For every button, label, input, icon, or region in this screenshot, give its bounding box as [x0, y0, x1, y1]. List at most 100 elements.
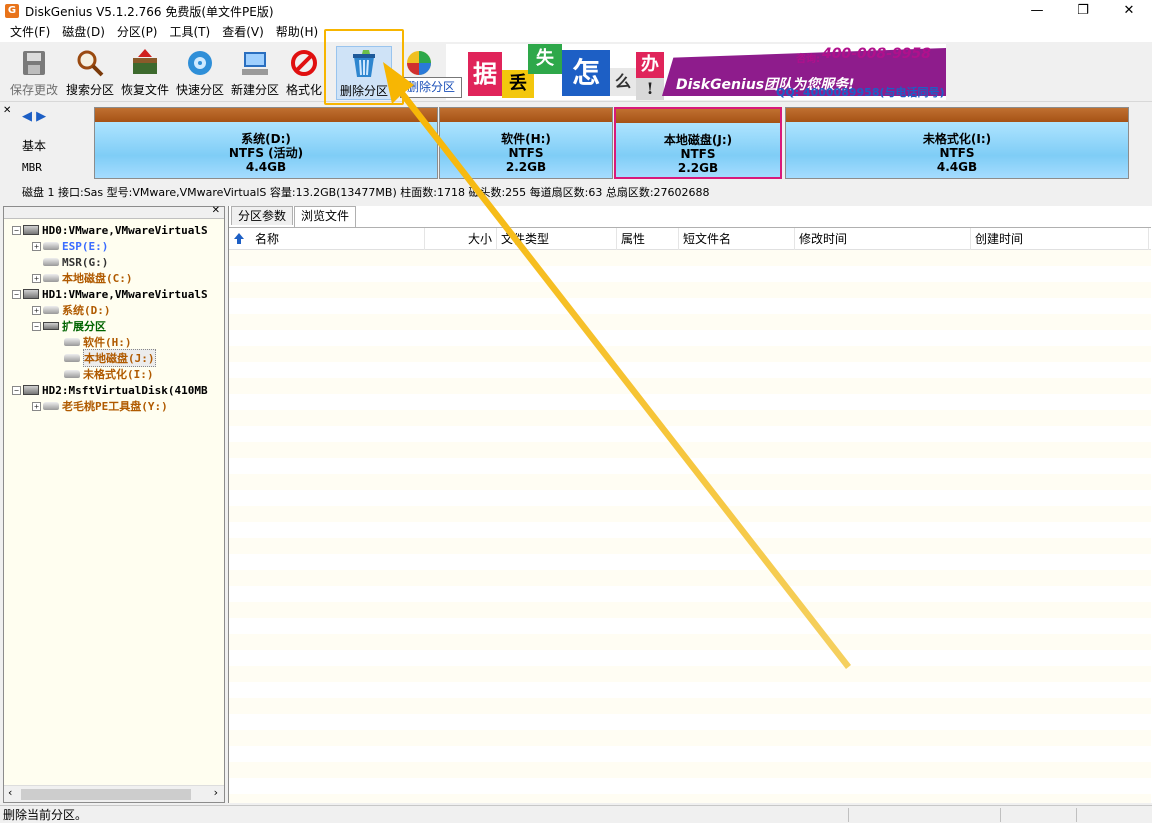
window-title: DiskGenius V5.1.2.766 免费版(单文件PE版) [25, 4, 274, 19]
scroll-left-icon[interactable]: ‹ [8, 786, 12, 799]
new-partition-button[interactable]: 新建分区 [227, 46, 283, 100]
hard-disk-icon [23, 385, 39, 395]
banner-tile: ! [636, 78, 664, 100]
title-bar: G DiskGenius V5.1.2.766 免费版(单文件PE版) — ❐ … [0, 0, 1152, 22]
status-text: 删除当前分区。 [3, 808, 88, 822]
menu-disk[interactable]: 磁盘(D) [56, 22, 111, 42]
app-logo-icon: G [5, 4, 19, 18]
disk-type-label: 基本 [22, 139, 47, 153]
column-size[interactable]: 大小 [425, 228, 497, 250]
scroll-right-icon[interactable]: › [214, 786, 218, 799]
tab-browse-files[interactable]: 浏览文件 [294, 206, 357, 227]
collapse-icon[interactable]: − [12, 289, 21, 299]
content-panel: 分区参数 浏览文件 名称 大小 文件类型 属性 短文件名 修改时间 创建时间 [228, 206, 1152, 803]
new-partition-computer-icon [240, 48, 270, 78]
menu-partition[interactable]: 分区(P) [111, 22, 164, 42]
menu-help[interactable]: 帮助(H) [270, 22, 324, 42]
column-attributes[interactable]: 属性 [617, 228, 679, 250]
ad-banner[interactable]: 据 丢 失 怎 么 办 ! DiskGenius团队为您服务! 咨询: 400-… [446, 44, 946, 100]
column-name[interactable]: 名称 [251, 228, 425, 250]
partition-size: 4.4GB [245, 160, 287, 174]
tree-horizontal-scrollbar[interactable]: ‹ › [4, 785, 224, 802]
partition-icon [43, 274, 59, 282]
partition-fs: NTFS [939, 146, 975, 160]
file-list-rows[interactable] [229, 250, 1151, 803]
tab-partition-params[interactable]: 分区参数 [231, 206, 294, 225]
hard-disk-icon [23, 289, 39, 299]
expand-icon[interactable]: + [32, 401, 41, 411]
banner-tile: 怎 [562, 50, 610, 96]
partition-icon [43, 306, 59, 314]
partition-fs: NTFS [508, 146, 544, 160]
tooltip: 删除分区 [400, 77, 463, 98]
search-partition-button[interactable]: 搜索分区 [62, 46, 118, 100]
banner-phone: 400-008-9958 [822, 46, 932, 62]
partition-block-d[interactable]: 系统(D:) NTFS (活动) 4.4GB [94, 107, 438, 179]
annotation-highlight-box [324, 29, 404, 105]
tree-item-disk[interactable]: − HD0:VMware,VMwareVirtualS [12, 222, 208, 238]
partition-name: 未格式化(I:) [922, 132, 992, 146]
tree-item-disk[interactable]: − HD2:MsftVirtualDisk(410MB [12, 382, 208, 398]
file-list: 名称 大小 文件类型 属性 短文件名 修改时间 创建时间 [229, 227, 1151, 803]
partition-icon [64, 370, 80, 378]
column-created-time[interactable]: 创建时间 [971, 228, 1149, 250]
recover-files-button[interactable]: 恢复文件 [117, 46, 173, 100]
partition-name: 本地磁盘(J:) [663, 133, 733, 147]
partition-size: 2.2GB [677, 161, 719, 175]
up-folder-icon[interactable] [233, 232, 245, 246]
tree-item-partition[interactable]: + 本地磁盘(C:) [32, 270, 133, 286]
banner-tile: 丢 [502, 70, 534, 98]
banner-tile: 么 [610, 68, 636, 96]
minimize-button[interactable]: — [1014, 0, 1060, 22]
column-modified-time[interactable]: 修改时间 [795, 228, 971, 250]
partition-block-j[interactable]: 本地磁盘(J:) NTFS 2.2GB [614, 107, 782, 179]
hard-disk-icon [23, 225, 39, 235]
file-list-header: 名称 大小 文件类型 属性 短文件名 修改时间 创建时间 [229, 228, 1151, 250]
collapse-icon[interactable]: − [32, 321, 41, 331]
expand-icon[interactable]: + [32, 305, 41, 315]
partition-block-i[interactable]: 未格式化(I:) NTFS 4.4GB [785, 107, 1129, 179]
disk-info-line: 磁盘 1 接口:Sas 型号:VMware,VMwareVirtualS 容量:… [22, 186, 710, 199]
partition-icon [64, 338, 80, 346]
magnifier-icon [75, 48, 105, 78]
close-icon[interactable]: ✕ [3, 105, 11, 116]
expand-icon[interactable]: + [32, 241, 41, 251]
column-short-name[interactable]: 短文件名 [679, 228, 795, 250]
partition-icon [43, 402, 59, 410]
partition-icon [43, 242, 59, 250]
partition-name: 系统(D:) [241, 132, 291, 146]
scroll-thumb[interactable] [21, 789, 191, 800]
tree-item-partition[interactable]: 软件(H:) [64, 334, 132, 350]
tree-item-partition[interactable]: 本地磁盘(J:) [64, 349, 156, 367]
partition-size: 4.4GB [936, 160, 978, 174]
partition-block-h[interactable]: 软件(H:) NTFS 2.2GB [439, 107, 613, 179]
expand-icon[interactable]: + [32, 273, 41, 283]
disk-map: ✕ ◀ ▶ 基本 MBR 系统(D:) NTFS (活动) 4.4GB 软件(H… [0, 103, 1152, 181]
tree-item-partition[interactable]: + 老毛桃PE工具盘(Y:) [32, 398, 168, 414]
menu-tools[interactable]: 工具(T) [164, 22, 217, 42]
column-file-type[interactable]: 文件类型 [497, 228, 617, 250]
maximize-button[interactable]: ❐ [1060, 0, 1106, 22]
tree-item-disk[interactable]: − HD1:VMware,VMwareVirtualS [12, 286, 208, 302]
format-button[interactable]: 格式化 [282, 46, 326, 100]
tree-item-partition[interactable]: 未格式化(I:) [64, 366, 154, 382]
menu-file[interactable]: 文件(F) [4, 22, 56, 42]
partition-name: 软件(H:) [501, 132, 551, 146]
extended-partition-icon [43, 322, 59, 330]
close-icon[interactable]: ✕ [212, 205, 220, 216]
collapse-icon[interactable]: − [12, 385, 21, 395]
collapse-icon[interactable]: − [12, 225, 21, 235]
banner-tile: 失 [528, 44, 562, 74]
close-button[interactable]: ✕ [1106, 0, 1152, 22]
partition-size: 2.2GB [505, 160, 547, 174]
save-changes-button[interactable]: 保存更改 [6, 46, 62, 100]
tree-item-extended-partition[interactable]: − 扩展分区 [32, 318, 106, 334]
quick-partition-button[interactable]: 快速分区 [172, 46, 228, 100]
menu-view[interactable]: 查看(V) [216, 22, 270, 42]
tree-item-partition[interactable]: + ESP(E:) [32, 238, 108, 254]
tree-item-partition[interactable]: + 系统(D:) [32, 302, 111, 318]
colorwheel-icon [404, 48, 434, 78]
disk-nav-arrows-icon[interactable]: ◀ ▶ [22, 109, 46, 124]
tree-item-partition[interactable]: MSR(G:) [43, 254, 108, 270]
banner-phone-label: 咨询: [796, 54, 820, 65]
